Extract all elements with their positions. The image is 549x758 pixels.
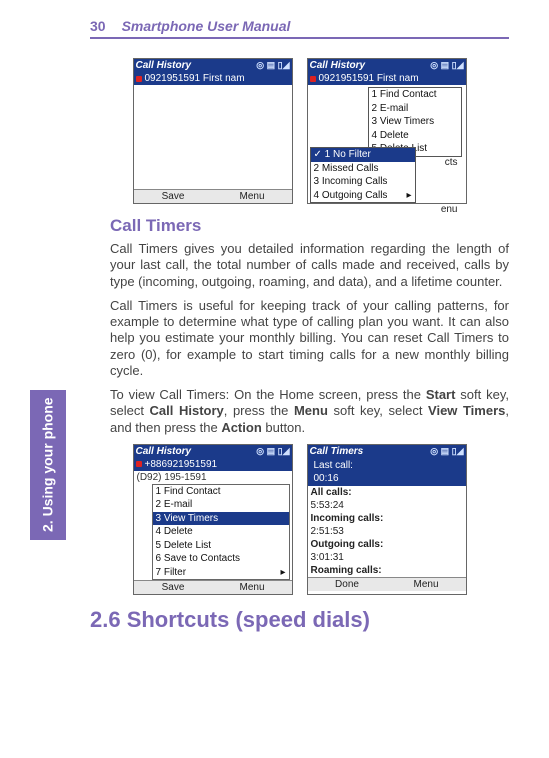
fragment-enu: enu — [441, 204, 458, 215]
screen-titlebar: Call History ◎ ▤ ▯◢ — [134, 445, 292, 458]
menu-item-no-filter[interactable]: 1 No Filter — [311, 148, 415, 162]
contact-number: 0921951591 First nam — [145, 73, 245, 84]
phone-screen-history-full-menu: Call History ◎ ▤ ▯◢ +886921951591 (D92) … — [133, 444, 293, 596]
softkey-right[interactable]: Menu — [213, 581, 292, 594]
chapter-side-tab: 2. Using your phone — [30, 390, 66, 540]
contact-number: 0921951591 First nam — [319, 73, 419, 84]
p3-text-e: , press the — [224, 403, 294, 418]
menu-item-view-timers[interactable]: 3 View Timers — [153, 512, 289, 526]
screen-titlebar: Call History ◎ ▤ ▯◢ — [134, 59, 292, 72]
label-roaming: Roaming calls: — [308, 564, 466, 577]
context-menu-full: 1 Find Contact 2 E-mail 3 View Timers 4 … — [152, 484, 290, 581]
menu-item-find-contact[interactable]: 1 Find Contact — [153, 485, 289, 499]
menu-item-filter[interactable]: 7 Filter — [153, 566, 289, 580]
label-incoming: Incoming calls: — [308, 512, 466, 525]
book-title: Smartphone User Manual — [122, 18, 291, 37]
label-outgoing: Outgoing calls: — [308, 538, 466, 551]
highlighted-contact-row: 0921951591 First nam — [134, 72, 292, 85]
screenshot-row-top: Call History ◎ ▤ ▯◢ 0921951591 First nam… — [90, 58, 509, 204]
softkey-right[interactable]: Menu — [213, 190, 292, 203]
screen-body-empty — [134, 85, 292, 189]
p3-bold-action: Action — [221, 420, 261, 435]
highlighted-contact-row: +886921951591 — [134, 458, 292, 471]
paragraph-ct-1: Call Timers gives you detailed informati… — [110, 241, 509, 290]
phone-screen-call-history-simple: Call History ◎ ▤ ▯◢ 0921951591 First nam… — [133, 58, 293, 204]
softkey-left[interactable]: Save — [134, 581, 213, 594]
menu-item-find-contact[interactable]: 1 Find Contact — [369, 88, 461, 102]
page-number: 30 — [90, 18, 106, 37]
menu-item-view-timers[interactable]: 3 View Timers — [369, 115, 461, 129]
p3-bold-viewtimers: View Timers — [428, 403, 505, 418]
softkey-bar: Save Menu — [134, 189, 292, 203]
selected-timer-row: Last call: 00:16 — [308, 458, 466, 486]
menu-item-outgoing-calls[interactable]: 4 Outgoing Calls — [311, 189, 415, 203]
screen-title: Call Timers — [310, 446, 364, 457]
value-all-calls: 5:53:24 — [308, 499, 466, 512]
screen-title: Call History — [310, 60, 366, 71]
screen-body-menu: 1 Find Contact 2 E-mail 3 View Timers 4 … — [134, 484, 292, 581]
outgoing-call-icon — [136, 461, 142, 467]
label-last-call: Last call: — [311, 459, 463, 472]
menu-item-delete[interactable]: 4 Delete — [369, 129, 461, 143]
status-icons: ◎ ▤ ▯◢ — [256, 60, 289, 71]
context-submenu-filter: 1 No Filter 2 Missed Calls 3 Incoming Ca… — [310, 147, 416, 203]
screenshot-row-bottom: Call History ◎ ▤ ▯◢ +886921951591 (D92) … — [90, 444, 509, 596]
value-last-call: 00:16 — [311, 472, 463, 485]
heading-2-6-shortcuts: 2.6 Shortcuts (speed dials) — [90, 607, 509, 633]
paragraph-ct-3: To view Call Timers: On the Home screen,… — [110, 387, 509, 436]
p3-text-g: soft key, select — [328, 403, 428, 418]
phone-screen-call-history-menu: Call History ◎ ▤ ▯◢ 0921951591 First nam… — [307, 58, 467, 204]
status-icons: ◎ ▤ ▯◢ — [430, 60, 463, 71]
manual-page: 30 Smartphone User Manual 2. Using your … — [0, 0, 549, 758]
status-icons: ◎ ▤ ▯◢ — [430, 446, 463, 457]
missed-call-icon — [310, 76, 316, 82]
menu-item-incoming-calls[interactable]: 3 Incoming Calls — [311, 175, 415, 189]
p3-bold-start: Start — [426, 387, 456, 402]
p3-bold-callhistory: Call History — [150, 403, 224, 418]
label-all-calls: All calls: — [308, 486, 466, 499]
menu-item-delete[interactable]: 4 Delete — [153, 525, 289, 539]
menu-item-missed-calls[interactable]: 2 Missed Calls — [311, 162, 415, 176]
contact-number: +886921951591 — [145, 459, 218, 470]
page-header: 30 Smartphone User Manual — [90, 18, 509, 39]
menu-item-save-contacts[interactable]: 6 Save to Contacts — [153, 552, 289, 566]
p3-text-k: button. — [262, 420, 305, 435]
screen-titlebar: Call Timers ◎ ▤ ▯◢ — [308, 445, 466, 458]
softkey-bar: Done Menu — [308, 577, 466, 591]
status-icons: ◎ ▤ ▯◢ — [256, 446, 289, 457]
menu-item-delete-list[interactable]: 5 Delete List — [153, 539, 289, 553]
softkey-left[interactable]: Save — [134, 190, 213, 203]
heading-call-timers: Call Timers — [110, 216, 509, 236]
fragment-cts: cts — [445, 157, 458, 168]
highlighted-contact-row: 0921951591 First nam — [308, 72, 466, 85]
softkey-left[interactable]: Done — [308, 578, 387, 591]
softkey-right[interactable]: Menu — [387, 578, 466, 591]
paragraph-ct-2: Call Timers is useful for keeping track … — [110, 298, 509, 379]
p3-bold-menu: Menu — [294, 403, 328, 418]
screen-body-menus: 1 Find Contact 2 E-mail 3 View Timers 4 … — [308, 85, 466, 203]
softkey-bar: Save Menu — [134, 580, 292, 594]
value-outgoing: 3:01:31 — [308, 551, 466, 564]
menu-item-email[interactable]: 2 E-mail — [153, 498, 289, 512]
screen-titlebar: Call History ◎ ▤ ▯◢ — [308, 59, 466, 72]
phone-screen-call-timers: Call Timers ◎ ▤ ▯◢ Last call: 00:16 All … — [307, 444, 467, 596]
p3-text-a: To view Call Timers: On the Home screen,… — [110, 387, 426, 402]
screen-title: Call History — [136, 446, 192, 457]
secondary-number: (D92) 195-1591 — [134, 471, 292, 484]
value-incoming: 2:51:53 — [308, 525, 466, 538]
missed-call-icon — [136, 76, 142, 82]
menu-item-email[interactable]: 2 E-mail — [369, 102, 461, 116]
screen-title: Call History — [136, 60, 192, 71]
